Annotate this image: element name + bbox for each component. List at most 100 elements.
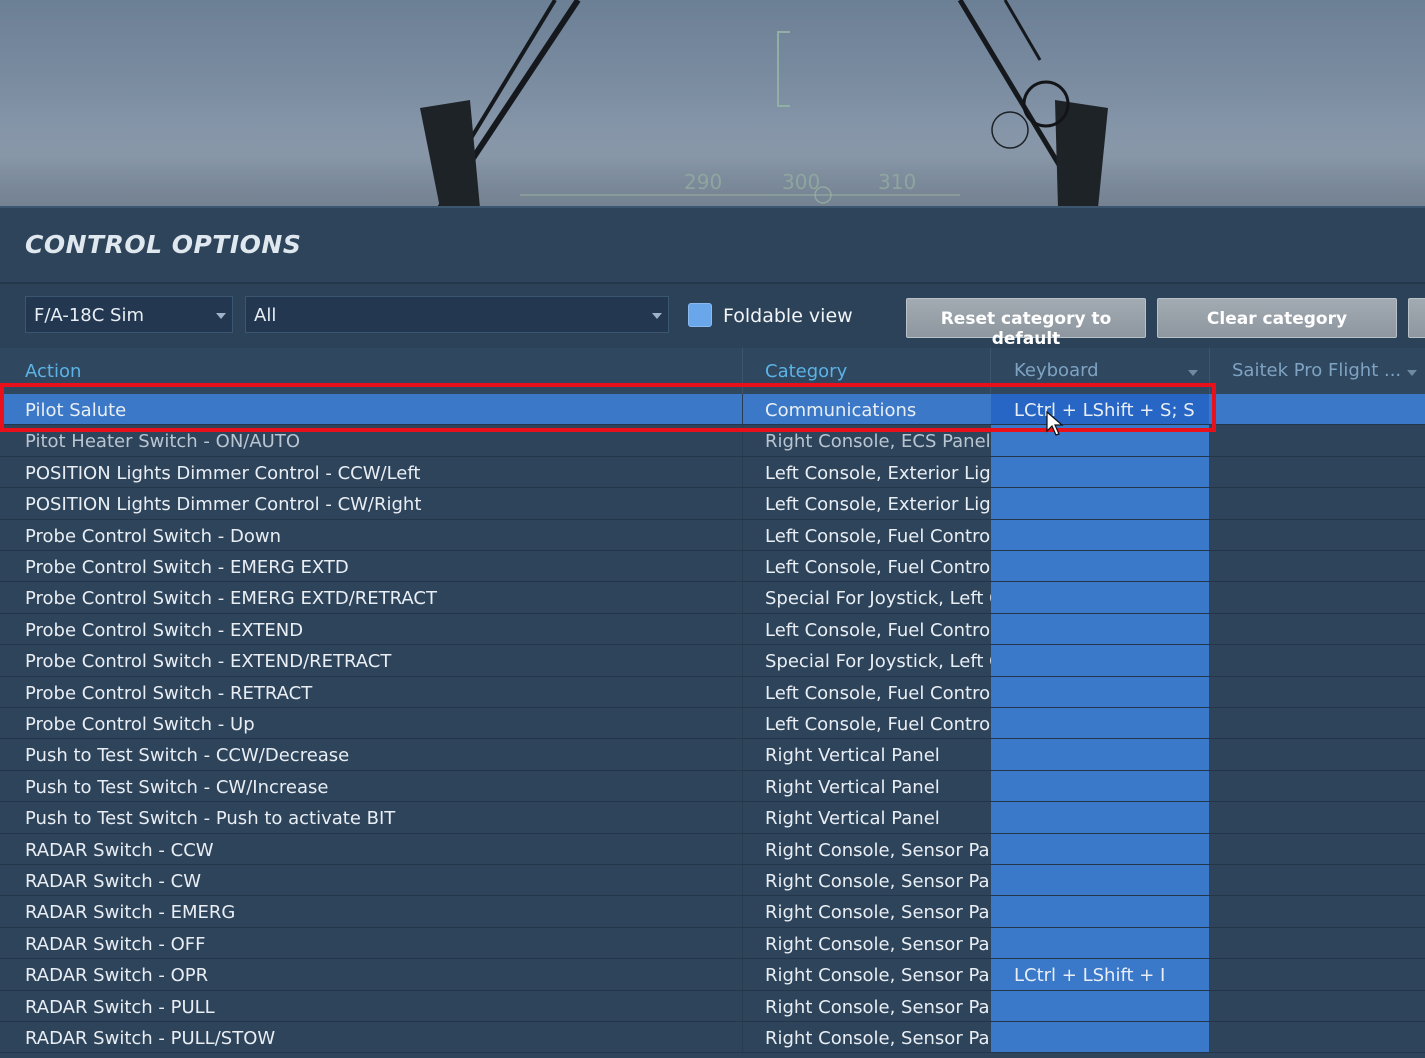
- table-row[interactable]: RADAR Switch - PULL/STOW Right Console, S…: [0, 1022, 1425, 1054]
- category-cell: Right Console, Sensor Pan: [765, 1028, 991, 1049]
- device-binding-cell[interactable]: [1209, 677, 1425, 707]
- keyboard-binding-cell[interactable]: [991, 456, 1209, 488]
- keyboard-binding-cell[interactable]: [991, 582, 1209, 613]
- column-header-category[interactable]: Category: [765, 361, 847, 382]
- table-row[interactable]: RADAR Switch - OPR Right Console, Sensor …: [0, 959, 1425, 991]
- keyboard-binding-cell[interactable]: [991, 488, 1209, 519]
- column-header-action[interactable]: Action: [25, 361, 81, 382]
- column-divider: [742, 394, 743, 425]
- table-row[interactable]: RADAR Switch - CCW Right Console, Sensor …: [0, 833, 1425, 865]
- keyboard-binding-cell[interactable]: [991, 519, 1209, 550]
- table-row[interactable]: Probe Control Switch - Down Left Console,…: [0, 519, 1425, 551]
- column-header-device[interactable]: Saitek Pro Flight ...: [1232, 360, 1401, 381]
- table-row[interactable]: Probe Control Switch - EMERG EXTD Left Co…: [0, 551, 1425, 583]
- device-binding-cell[interactable]: [1209, 645, 1425, 675]
- keyboard-binding-cell[interactable]: [991, 833, 1209, 864]
- column-divider: [742, 770, 743, 802]
- device-binding-cell[interactable]: [1209, 1022, 1425, 1052]
- keyboard-binding-cell[interactable]: [991, 865, 1209, 896]
- device-binding-cell[interactable]: [1209, 582, 1425, 612]
- keyboard-binding-cell[interactable]: [991, 927, 1209, 959]
- device-binding-cell[interactable]: [1209, 614, 1425, 644]
- device-binding-cell[interactable]: [1209, 488, 1425, 518]
- device-binding-cell[interactable]: [1209, 834, 1425, 864]
- device-binding-cell[interactable]: [1209, 865, 1425, 895]
- device-binding-cell[interactable]: [1209, 896, 1425, 926]
- device-binding-cell[interactable]: [1209, 959, 1425, 989]
- keyboard-binding-cell[interactable]: [991, 896, 1209, 927]
- category-filter-select[interactable]: All: [245, 296, 669, 333]
- category-cell: Communications: [765, 400, 917, 421]
- keyboard-binding-cell[interactable]: [991, 1022, 1209, 1053]
- device-binding-cell[interactable]: [1209, 520, 1425, 550]
- device-binding-cell[interactable]: [1209, 739, 1425, 769]
- chevron-down-icon[interactable]: [1188, 370, 1198, 376]
- keyboard-binding-cell[interactable]: [991, 990, 1209, 1021]
- hud-tick-310: 310: [878, 170, 917, 194]
- action-cell: Pitot Heater Switch - ON/AUTO: [25, 431, 301, 453]
- category-filter-value: All: [254, 305, 277, 326]
- foldable-view-label: Foldable view: [723, 305, 853, 327]
- keyboard-binding-cell[interactable]: [991, 425, 1209, 456]
- table-row[interactable]: RADAR Switch - PULL Right Console, Sensor…: [0, 990, 1425, 1022]
- column-divider: [742, 708, 743, 739]
- table-row[interactable]: POSITION Lights Dimmer Control - CW/Righ…: [0, 488, 1425, 520]
- table-row[interactable]: RADAR Switch - CW Right Console, Sensor P…: [0, 865, 1425, 897]
- table-row[interactable]: POSITION Lights Dimmer Control - CCW/Lef…: [0, 456, 1425, 489]
- table-row[interactable]: Pitot Heater Switch - ON/AUTO Right Conso…: [0, 425, 1425, 457]
- table-row[interactable]: Probe Control Switch - EMERG EXTD/RETRAC…: [0, 582, 1425, 614]
- keyboard-binding-cell[interactable]: [991, 645, 1209, 676]
- keyboard-binding-cell[interactable]: [991, 613, 1209, 645]
- device-binding-cell[interactable]: [1209, 551, 1425, 581]
- keyboard-binding-cell[interactable]: LCtrl + LShift + I: [991, 959, 1209, 990]
- table-row[interactable]: Pilot Salute Communications LCtrl + LShift…: [0, 394, 1425, 426]
- table-row[interactable]: Push to Test Switch - CW/Increase Right V…: [0, 770, 1425, 803]
- keyboard-binding-cell[interactable]: [991, 770, 1209, 802]
- category-cell: Left Console, Fuel Control: [765, 619, 991, 641]
- action-cell: POSITION Lights Dimmer Control - CCW/Lef…: [25, 462, 421, 484]
- keyboard-binding-cell[interactable]: [991, 739, 1209, 770]
- reset-category-button[interactable]: Reset category to default: [906, 298, 1146, 349]
- keyboard-binding-cell[interactable]: LCtrl + LShift + S; S: [991, 394, 1209, 425]
- category-cell: Special For Joystick, Left C: [765, 588, 991, 610]
- aircraft-select[interactable]: F/A-18C Sim: [25, 296, 233, 333]
- table-row[interactable]: RADAR Switch - OFF Right Console, Sensor …: [0, 927, 1425, 960]
- keyboard-binding-cell[interactable]: [991, 551, 1209, 582]
- column-header-keyboard[interactable]: Keyboard: [1014, 360, 1099, 381]
- column-divider: [742, 990, 743, 1021]
- keyboard-binding-cell[interactable]: [991, 676, 1209, 707]
- keyboard-binding-text: LCtrl + LShift + I: [1014, 965, 1166, 987]
- device-binding-cell[interactable]: [1209, 991, 1425, 1021]
- category-cell: Right Console, Sensor Pan: [765, 871, 991, 892]
- clear-category-button[interactable]: Clear category: [1157, 298, 1397, 338]
- table-header: Action Category Keyboard Saitek Pro Flig…: [0, 348, 1425, 394]
- panel-title: CONTROL OPTIONS: [25, 230, 302, 259]
- hud-tick-300: 300: [782, 170, 821, 194]
- table-row[interactable]: RADAR Switch - EMERG Right Console, Senso…: [0, 896, 1425, 928]
- table-row[interactable]: Push to Test Switch - CCW/Decrease Right …: [0, 739, 1425, 771]
- action-cell: Push to Test Switch - CW/Increase: [25, 776, 329, 798]
- device-binding-cell[interactable]: [1209, 708, 1425, 738]
- table-row[interactable]: Probe Control Switch - RETRACT Left Conso…: [0, 676, 1425, 708]
- bindings-table-body: Pilot Salute Communications LCtrl + LShift…: [0, 394, 1425, 1058]
- overflow-button[interactable]: [1408, 298, 1425, 338]
- table-row[interactable]: Probe Control Switch - EXTEND/RETRACT Spe…: [0, 645, 1425, 677]
- keyboard-binding-cell[interactable]: [991, 802, 1209, 833]
- category-cell: Right Console, ECS Panel: [765, 431, 991, 453]
- toolbar: F/A-18C Sim All Foldable view Reset cate…: [0, 284, 1425, 349]
- action-cell: Probe Control Switch - Up: [25, 714, 255, 735]
- device-binding-cell[interactable]: [1209, 457, 1425, 487]
- keyboard-binding-cell[interactable]: [991, 708, 1209, 739]
- foldable-view-checkbox[interactable]: [688, 303, 712, 327]
- device-binding-cell[interactable]: [1209, 771, 1425, 801]
- table-row[interactable]: Probe Control Switch - Up Left Console, F…: [0, 708, 1425, 740]
- device-binding-cell[interactable]: [1209, 394, 1425, 424]
- chevron-down-icon[interactable]: [1407, 370, 1417, 376]
- action-cell: Pilot Salute: [25, 400, 127, 421]
- table-row[interactable]: Push to Test Switch - Push to activate B…: [0, 802, 1425, 834]
- device-binding-cell[interactable]: [1209, 928, 1425, 958]
- device-binding-cell[interactable]: [1209, 802, 1425, 832]
- action-cell: POSITION Lights Dimmer Control - CW/Righ…: [25, 494, 422, 516]
- table-row[interactable]: Probe Control Switch - EXTEND Left Consol…: [0, 613, 1425, 646]
- device-binding-cell[interactable]: [1209, 425, 1425, 455]
